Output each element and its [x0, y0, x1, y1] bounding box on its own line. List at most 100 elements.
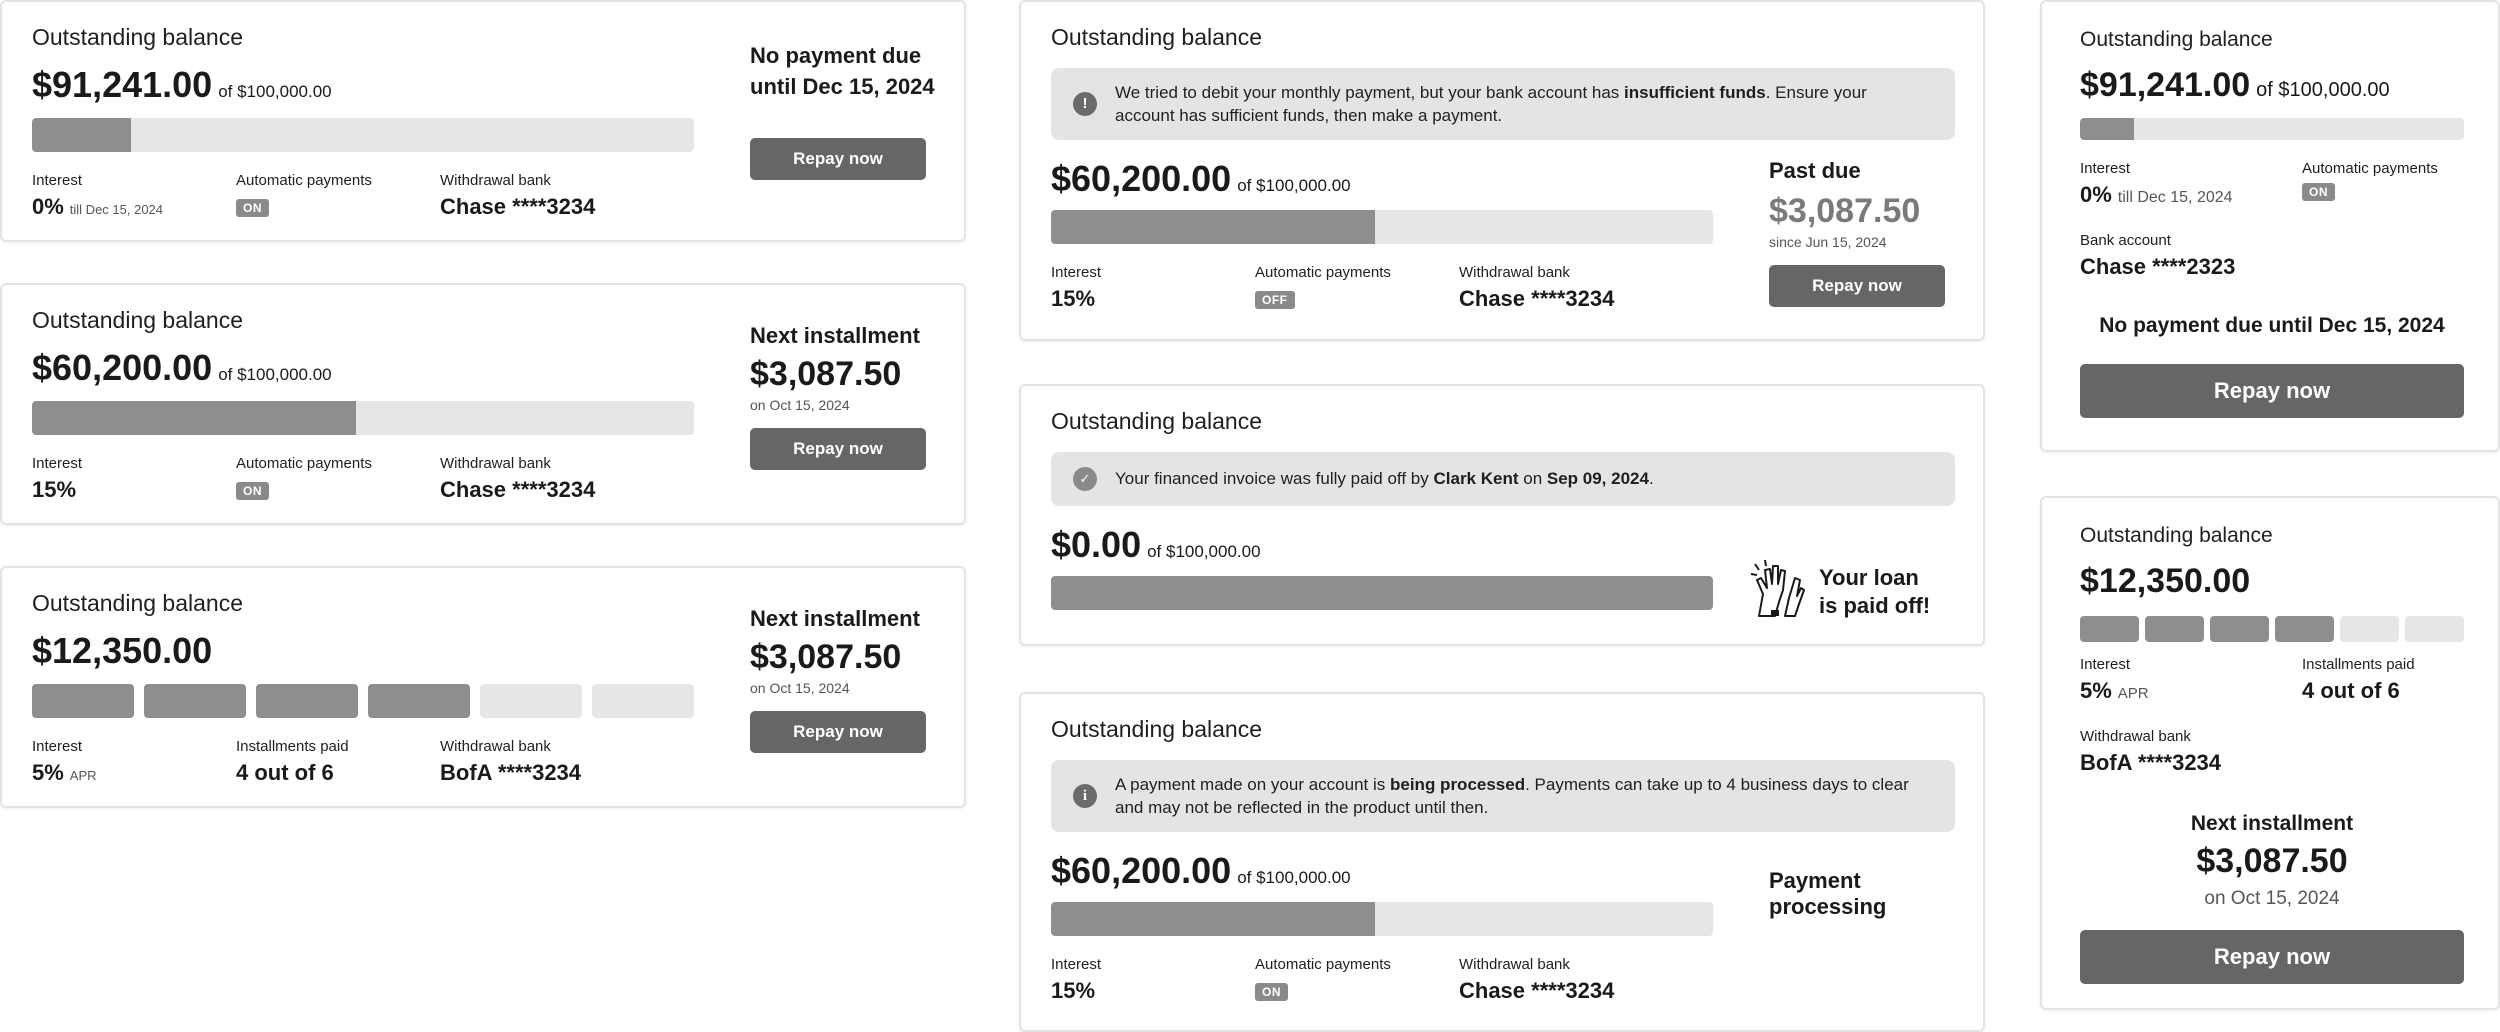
- card-title: Outstanding balance: [32, 307, 243, 333]
- payer-name: Clark Kent: [1433, 469, 1519, 488]
- installment-segment-unpaid: [2340, 616, 2399, 642]
- balance-limit: of $100,000.00: [1147, 542, 1261, 561]
- balance-progress-bar: [1051, 210, 1713, 244]
- bank-value: Chase ****3234: [440, 194, 596, 219]
- balance-progress-fill: [32, 401, 357, 435]
- bank-label: Withdrawal bank: [440, 172, 551, 189]
- balance-value: $91,241.00: [32, 64, 213, 105]
- interest-value: 15%: [1051, 286, 1096, 311]
- balance-amount: $60,200.00 of $100,000.00: [1051, 850, 1351, 892]
- balance-progress-fill: [1051, 902, 1376, 936]
- high-five-icon: [1750, 559, 1805, 617]
- past-due-since: since Jun 15, 2024: [1769, 234, 1887, 250]
- status-line-1: Payment: [1769, 868, 1861, 893]
- installment-amount: $3,087.50: [2196, 842, 2348, 880]
- interest-label: Interest: [2080, 656, 2131, 673]
- repay-now-button[interactable]: Repay now: [750, 711, 926, 753]
- autopay-status-badge: ON: [236, 199, 269, 217]
- interest-value: 0% till Dec 15, 2024: [32, 194, 163, 220]
- repay-now-button[interactable]: Repay now: [750, 138, 926, 180]
- paid-off-notice: ✓ Your financed invoice was fully paid o…: [1051, 452, 1955, 506]
- interest-label: Interest: [32, 455, 83, 472]
- balance-progress-bar: [1051, 576, 1713, 610]
- interest-label: Interest: [32, 738, 83, 755]
- repay-now-button[interactable]: Repay now: [2080, 930, 2464, 984]
- notice-text: Your financed invoice was fully paid off…: [1115, 467, 1925, 490]
- autopay-status-badge: ON: [2302, 183, 2335, 201]
- installment-segment-paid: [2145, 616, 2204, 642]
- notice-text-emphasis: being processed: [1390, 775, 1526, 794]
- installment-segment-unpaid: [480, 684, 582, 718]
- notice-text-emphasis: insufficient funds: [1624, 83, 1766, 102]
- bank-value: Chase ****3234: [1459, 978, 1615, 1003]
- balance-progress-bar: [32, 401, 694, 435]
- balance-progress-bar: [2080, 118, 2464, 140]
- card-title: Outstanding balance: [1051, 408, 1262, 434]
- balance-progress-fill: [1051, 210, 1376, 244]
- bank-value: Chase ****2323: [2080, 254, 2236, 279]
- balance-amount: $12,350.00: [2080, 562, 2250, 601]
- status-line-2: processing: [1769, 894, 1887, 919]
- balance-value: $60,200.00: [1051, 850, 1232, 891]
- installment-date: on Oct 15, 2024: [750, 680, 850, 696]
- card-title: Outstanding balance: [1051, 716, 1262, 742]
- installment-segment-paid: [2080, 616, 2139, 642]
- balance-value: $0.00: [1051, 524, 1142, 565]
- balance-amount: $91,241.00 of $100,000.00: [32, 64, 332, 106]
- interest-note: till Dec 15, 2024: [69, 202, 164, 217]
- interest-label: Interest: [2080, 160, 2131, 177]
- installments-label: Installments paid: [2302, 656, 2415, 673]
- paid-off-line-2: is paid off!: [1819, 593, 1931, 618]
- alert-icon: !: [1073, 92, 1097, 116]
- interest-label: Interest: [1051, 264, 1102, 281]
- apr-label: APR: [69, 768, 97, 783]
- card-title: Outstanding balance: [2080, 524, 2273, 547]
- balance-limit: of $100,000.00: [218, 365, 332, 384]
- loan-card-installments: Outstanding balance $12,350.00 Interest …: [0, 566, 966, 808]
- payment-status-heading: No payment due until Dec 15, 2024: [2099, 314, 2445, 337]
- balance-amount: $12,350.00: [32, 630, 212, 672]
- balance-amount: $60,200.00 of $100,000.00: [1051, 158, 1351, 200]
- notice-text: We tried to debit your monthly payment, …: [1115, 81, 1925, 127]
- insufficient-funds-notice: ! We tried to debit your monthly payment…: [1051, 68, 1955, 140]
- payment-processing-status: Payment processing: [1769, 868, 1886, 920]
- paid-off-message: Your loan is paid off!: [1819, 564, 1930, 620]
- balance-value: $12,350.00: [32, 630, 213, 671]
- repay-now-button[interactable]: Repay now: [1769, 265, 1945, 307]
- balance-value: $60,200.00: [32, 347, 213, 388]
- bank-value: BofA ****3234: [440, 760, 582, 785]
- interest-label: Interest: [32, 172, 83, 189]
- installments-value: 4 out of 6: [2302, 678, 2400, 703]
- installment-segment-paid: [144, 684, 246, 718]
- balance-amount: $60,200.00 of $100,000.00: [32, 347, 332, 389]
- interest-rate: 5%: [32, 760, 64, 785]
- balance-limit: of $100,000.00: [2256, 79, 2390, 101]
- next-installment-heading: Next installment: [2190, 812, 2354, 835]
- installment-amount: $3,087.50: [750, 355, 902, 393]
- balance-progress-bar: [1051, 902, 1713, 936]
- balance-progress-fill: [1051, 576, 1713, 610]
- balance-value: $12,350.00: [2080, 562, 2251, 600]
- installment-segments: [2080, 616, 2464, 642]
- installment-amount: $3,087.50: [750, 638, 902, 676]
- next-installment-heading: Next installment: [750, 606, 920, 631]
- apr-label: APR: [2117, 685, 2149, 702]
- installments-label: Installments paid: [236, 738, 349, 755]
- balance-amount: $91,241.00 of $100,000.00: [2080, 66, 2390, 105]
- interest-value: 5% APR: [32, 760, 97, 786]
- notice-text-start: Your financed invoice was fully paid off…: [1115, 469, 1434, 488]
- bank-label: Withdrawal bank: [1459, 956, 1570, 973]
- notice-text-start: We tried to debit your monthly payment, …: [1115, 83, 1625, 102]
- repay-now-button[interactable]: Repay now: [750, 428, 926, 470]
- repay-now-button[interactable]: Repay now: [2080, 364, 2464, 418]
- installment-segment-paid: [2210, 616, 2269, 642]
- paid-off-line-1: Your loan: [1819, 565, 1919, 590]
- past-due-heading: Past due: [1769, 158, 1861, 183]
- loan-card-compact-no-payment-due: Outstanding balance $91,241.00 of $100,00…: [2040, 0, 2500, 452]
- card-title: Outstanding balance: [32, 24, 243, 50]
- card-title: Outstanding balance: [32, 590, 243, 616]
- interest-value: 15%: [1051, 978, 1096, 1003]
- autopay-status-badge: ON: [1255, 983, 1288, 1001]
- installment-segment-unpaid: [2405, 616, 2464, 642]
- notice-text-end: .: [1648, 469, 1654, 488]
